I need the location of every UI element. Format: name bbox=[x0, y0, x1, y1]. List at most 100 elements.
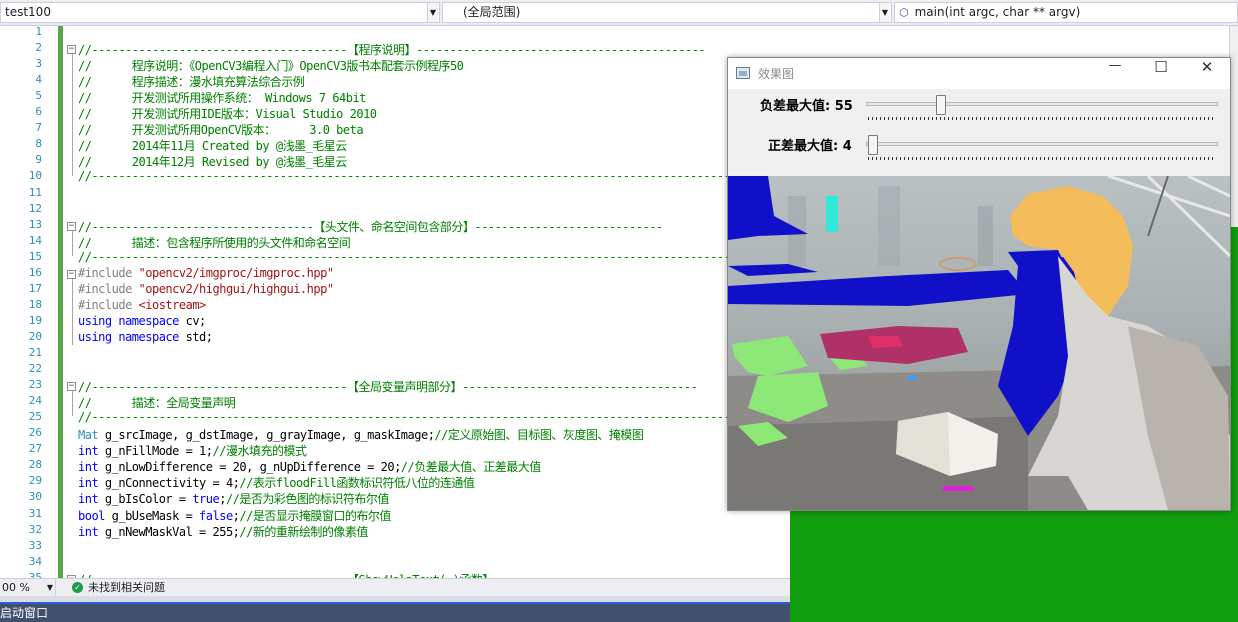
code-token: //是否显示掩膜窗口的布尔值 bbox=[239, 509, 391, 523]
window-titlebar[interactable]: 效果图 — ☐ ✕ bbox=[728, 58, 1230, 89]
collapse-icon[interactable]: − bbox=[67, 222, 76, 231]
code-line[interactable]: 5 // 开发测试所用操作系统： Windows 7 64bit bbox=[0, 89, 800, 105]
code-text: Mat g_srcImage, g_dstImage, g_grayImage,… bbox=[78, 426, 644, 443]
code-token: int bbox=[78, 525, 105, 539]
code-line[interactable]: 10 //------------------------------------… bbox=[0, 169, 800, 185]
code-line[interactable]: 26 Mat g_srcImage, g_dstImage, g_grayImag… bbox=[0, 426, 800, 442]
code-text: int g_bIsColor = true;//是否为彩色图的标识符布尔值 bbox=[78, 490, 389, 507]
code-line[interactable]: 16 − #include "opencv2/imgproc/imgproc.hpp… bbox=[0, 266, 800, 282]
code-token: //负差最大值、正差最大值 bbox=[400, 460, 541, 474]
code-text: //--------------------------------------… bbox=[78, 378, 698, 395]
scope-dropdown[interactable]: (全局范围) ▼ bbox=[442, 2, 892, 23]
low-diff-ticks bbox=[868, 117, 1216, 120]
line-number: 4 bbox=[35, 73, 42, 86]
chevron-down-icon[interactable]: ▼ bbox=[47, 579, 53, 596]
code-text: //---------------------------------【头文件、… bbox=[78, 218, 663, 235]
collapse-icon[interactable]: − bbox=[67, 270, 76, 279]
code-text: #include <iostream> bbox=[78, 298, 206, 312]
code-line[interactable]: 32 int g_nNewMaskVal = 255;//新的重新绘制的像素值 bbox=[0, 523, 800, 539]
code-line[interactable]: 9 // 2014年12月 Revised by @浅墨_毛星云 bbox=[0, 153, 800, 169]
chevron-down-icon[interactable]: ▼ bbox=[879, 3, 890, 22]
line-number: 15 bbox=[28, 250, 42, 263]
code-line[interactable]: 15 //------------------------------------… bbox=[0, 250, 800, 266]
code-token: //--------------------------------------… bbox=[78, 43, 706, 57]
code-line[interactable]: 14 // 描述：包含程序所使用的头文件和命名空间 bbox=[0, 234, 800, 250]
code-line[interactable]: 34 bbox=[0, 555, 800, 571]
code-line[interactable]: 4 // 程序描述：漫水填充算法综合示例 bbox=[0, 73, 800, 89]
function-dropdown[interactable]: ⬡ main(int argc, char ** argv) bbox=[894, 2, 1238, 23]
code-token: ; bbox=[219, 492, 226, 506]
code-line[interactable]: 27 int g_nFillMode = 1;//漫水填充的模式 bbox=[0, 442, 800, 458]
code-token: //定义原始图、目标图、灰度图、掩模图 bbox=[434, 428, 644, 442]
result-image[interactable] bbox=[728, 176, 1230, 510]
flood-fill-image bbox=[728, 176, 1230, 510]
minimize-button[interactable]: — bbox=[1092, 58, 1138, 89]
line-number: 10 bbox=[28, 169, 42, 182]
collapse-icon[interactable]: − bbox=[67, 382, 76, 391]
zoom-level: 00 % bbox=[2, 581, 30, 594]
line-number: 35 bbox=[28, 571, 42, 578]
code-text: //--------------------------------------… bbox=[78, 41, 706, 58]
code-line[interactable]: 31 bool g_bUseMask = false;//是否显示掩膜窗口的布尔值 bbox=[0, 507, 800, 523]
line-number: 27 bbox=[28, 442, 42, 455]
effect-window[interactable]: 效果图 — ☐ ✕ 负差最大值: 55 正差最大值: 4 bbox=[727, 57, 1231, 511]
code-line[interactable]: 13 −//---------------------------------【头… bbox=[0, 218, 800, 234]
low-diff-track[interactable] bbox=[866, 102, 1218, 106]
code-line[interactable]: 23 −//-----------------------------------… bbox=[0, 378, 800, 394]
app-window-icon bbox=[736, 67, 750, 79]
line-number: 22 bbox=[28, 362, 42, 375]
code-line[interactable]: 20 using namespace std; bbox=[0, 330, 800, 346]
code-line[interactable]: 18 #include <iostream> bbox=[0, 298, 800, 314]
code-line[interactable]: 29 int g_nConnectivity = 4;//表示floodFill函… bbox=[0, 474, 800, 490]
code-line[interactable]: 22 bbox=[0, 362, 800, 378]
code-token: g_nFillMode = 1; bbox=[104, 444, 213, 458]
code-token: //--------------------------------------… bbox=[78, 169, 738, 183]
code-line[interactable]: 33 bbox=[0, 539, 800, 555]
code-token: int bbox=[78, 444, 105, 458]
code-token: <iostream> bbox=[138, 298, 207, 312]
code-token: //---------------------------------【头文件、… bbox=[78, 220, 663, 234]
high-diff-slider-thumb[interactable] bbox=[868, 135, 879, 155]
high-diff-track[interactable] bbox=[866, 142, 1218, 146]
code-line[interactable]: 3 // 程序说明：《OpenCV3编程入门》OpenCV3版书本配套示例程序50 bbox=[0, 57, 800, 73]
line-number: 18 bbox=[28, 298, 42, 311]
code-line[interactable]: 8 // 2014年11月 Created by @浅墨_毛星云 bbox=[0, 137, 800, 153]
code-line[interactable]: 11 bbox=[0, 186, 800, 202]
chevron-down-icon[interactable]: ▼ bbox=[427, 3, 438, 22]
problems-status[interactable]: 未找到相关问题 bbox=[88, 579, 165, 596]
code-line[interactable]: 21 bbox=[0, 346, 800, 362]
code-text: #include "opencv2/highgui/highgui.hpp" bbox=[78, 282, 334, 296]
project-label: test100 bbox=[5, 5, 51, 19]
code-token: // 2014年12月 Revised by @浅墨_毛星云 bbox=[78, 155, 347, 169]
code-line[interactable]: 25 //------------------------------------… bbox=[0, 410, 800, 426]
line-number: 30 bbox=[28, 490, 42, 503]
zoom-dropdown[interactable]: 00 % ▼ bbox=[0, 579, 56, 596]
scope-label: (全局范围) bbox=[463, 5, 521, 19]
editor-status-strip: 00 % ▼ ✓ 未找到相关问题 bbox=[0, 578, 790, 596]
code-token: // 描述：全局变量声明 bbox=[78, 396, 236, 410]
code-line[interactable]: 28 int g_nLowDifference = 20, g_nUpDiffer… bbox=[0, 458, 800, 474]
code-text: //--------------------------------------… bbox=[78, 250, 738, 264]
code-line[interactable]: 17 #include "opencv2/highgui/highgui.hpp" bbox=[0, 282, 800, 298]
code-line[interactable]: 35−//-----------------------------------… bbox=[0, 571, 800, 578]
code-text: int g_nLowDifference = 20, g_nUpDifferen… bbox=[78, 458, 541, 475]
code-line[interactable]: 24 // 描述：全局变量声明 bbox=[0, 394, 800, 410]
close-button[interactable]: ✕ bbox=[1184, 58, 1230, 89]
code-text: int g_nNewMaskVal = 255;//新的重新绘制的像素值 bbox=[78, 523, 368, 540]
code-line[interactable]: 19 using namespace cv; bbox=[0, 314, 800, 330]
code-line[interactable]: 6 // 开发测试所用IDE版本：Visual Studio 2010 bbox=[0, 105, 800, 121]
maximize-button[interactable]: ☐ bbox=[1138, 58, 1184, 89]
code-line[interactable]: 30 int g_bIsColor = true;//是否为彩色图的标识符布尔值 bbox=[0, 490, 800, 506]
code-line[interactable]: 12 bbox=[0, 202, 800, 218]
code-line[interactable]: 2 −//------------------------------------… bbox=[0, 41, 800, 57]
output-window-tab[interactable]: 启动窗口 bbox=[0, 606, 48, 620]
code-line[interactable]: 7 // 开发测试所用OpenCV版本： 3.0 beta bbox=[0, 121, 800, 137]
line-number: 2 bbox=[35, 41, 42, 54]
collapse-icon[interactable]: − bbox=[67, 45, 76, 54]
project-dropdown[interactable]: test100 ▼ bbox=[0, 2, 440, 23]
code-line[interactable]: 1 bbox=[0, 26, 800, 41]
code-token: "opencv2/imgproc/imgproc.hpp" bbox=[138, 266, 335, 280]
low-diff-label: 负差最大值: 55 bbox=[760, 99, 853, 114]
low-diff-slider-thumb[interactable] bbox=[936, 95, 947, 115]
code-text: // 2014年12月 Revised by @浅墨_毛星云 bbox=[78, 153, 347, 170]
